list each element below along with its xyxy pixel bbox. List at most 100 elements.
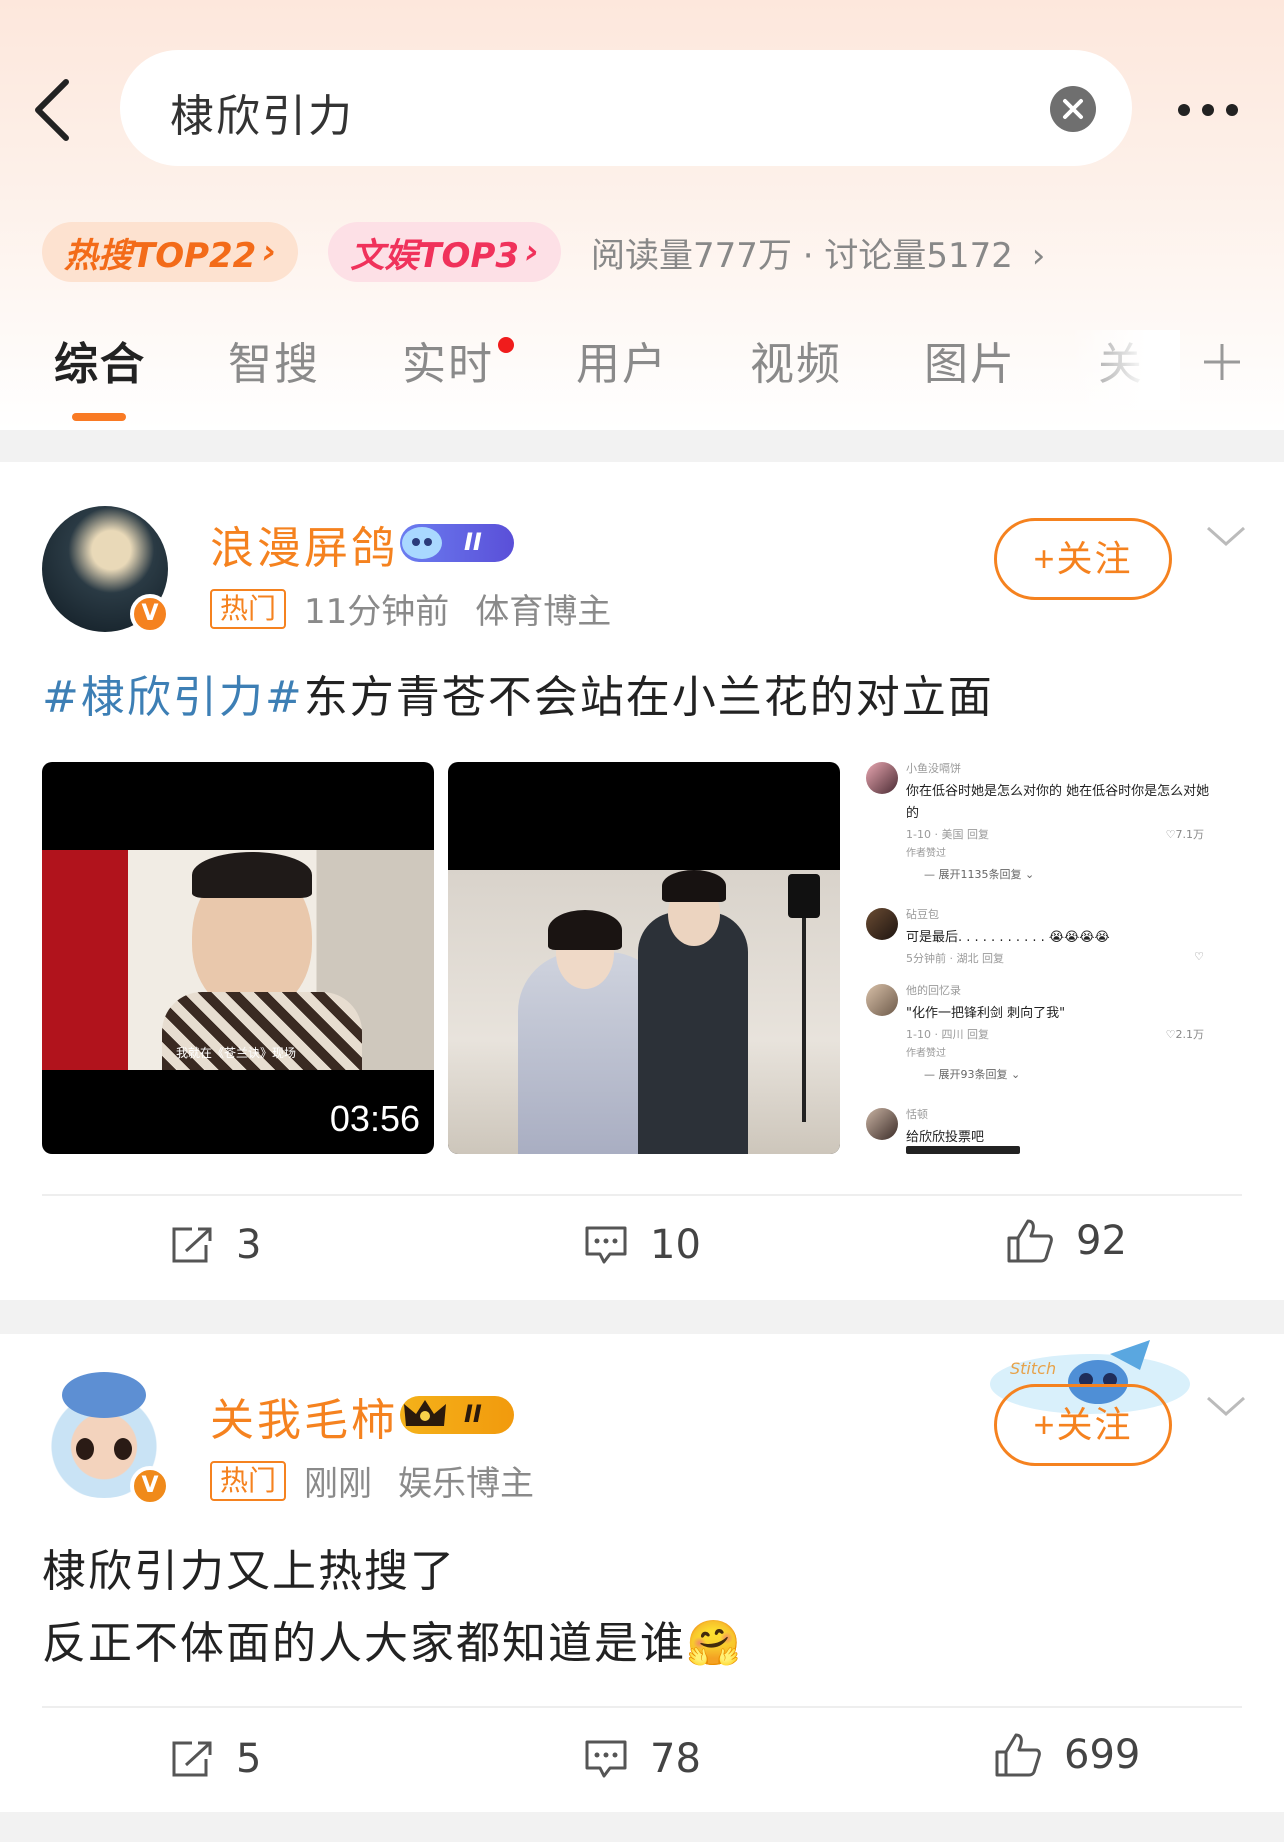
post-time: 刚刚 <box>304 1464 373 1504</box>
comment-likes: ♡7.1万 <box>1165 828 1204 841</box>
level-label: II <box>464 528 482 556</box>
level-badge: II <box>400 524 514 562</box>
follow-button[interactable]: +关注 <box>994 518 1172 600</box>
comment-text: "化作一把锋利剑 刺向了我" <box>906 1006 1066 1021</box>
post-time: 11分钟前 <box>304 592 450 632</box>
author-category: 娱乐博主 <box>398 1464 535 1504</box>
chevron-right-icon: › <box>525 232 540 272</box>
image-strip <box>906 1146 1020 1154</box>
back-arrow-icon[interactable] <box>30 70 80 150</box>
comment-meta: 5分钟前 · 湖北 回复 <box>906 952 1004 965</box>
author-category: 体育博主 <box>475 592 612 632</box>
repost-button[interactable]: 5 <box>170 1736 261 1782</box>
svg-text:Stitch: Stitch <box>1010 1359 1056 1378</box>
comment-count: 10 <box>650 1222 701 1268</box>
verified-badge-icon: V <box>130 594 170 634</box>
chevron-down-icon[interactable] <box>1206 524 1246 548</box>
comment-author: 小鱼没嗝饼 <box>906 762 961 775</box>
divider <box>42 1706 1242 1708</box>
tab-users[interactable]: 用户 <box>576 328 668 392</box>
topic-stats[interactable]: 阅读量777万 · 讨论量5172 › <box>591 228 1045 277</box>
like-count: 92 <box>1076 1218 1127 1264</box>
level-label: II <box>464 1400 482 1428</box>
comment-button[interactable]: 10 <box>584 1222 701 1268</box>
follow-button[interactable]: +关注 <box>994 1384 1172 1466</box>
chevron-down-icon[interactable] <box>1206 1394 1246 1418</box>
post-actions: 3 10 92 <box>0 1218 1284 1282</box>
hot-badge: 热门 <box>210 1460 287 1501</box>
repost-icon <box>172 1227 212 1263</box>
thumbs-up-icon <box>995 1733 1041 1777</box>
comment-text: 你在低谷时她是怎么对你的 她在低谷时你是怎么对她 <box>906 784 1210 799</box>
post-content: 棣欣引力又上热搜了 反正不体面的人大家都知道是谁🤗 <box>42 1536 743 1680</box>
hot-search-rank-tag[interactable]: 热搜TOP22 › <box>42 222 299 282</box>
divider <box>42 1194 1242 1196</box>
hot-search-rank-label: 热搜TOP22 <box>64 235 257 276</box>
comment-icon <box>585 1226 627 1264</box>
tab-fade <box>1070 330 1180 410</box>
comment-author: 恬顿 <box>906 1108 928 1121</box>
video-caption: 我就在《苍兰诀》现场 <box>176 1046 297 1060</box>
comment-button[interactable]: 78 <box>584 1736 701 1782</box>
comment-meta: 1-10 · 美国 回复 <box>906 828 989 841</box>
clear-search-icon[interactable] <box>1050 86 1096 132</box>
post-text-line1: 棣欣引力又上热搜了 <box>42 1546 456 1597</box>
repost-button[interactable]: 3 <box>170 1222 261 1268</box>
hashtag-link[interactable]: #棣欣引力# <box>42 672 304 723</box>
comment-screenshot-thumbnail[interactable]: 小鱼没嗝饼 你在低谷时她是怎么对你的 她在低谷时你是怎么对她 的 1-10 · … <box>864 758 1244 1158</box>
active-tab-indicator <box>72 413 126 421</box>
comment-author: 他的回忆录 <box>906 984 961 997</box>
author-liked-badge: 作者赞过 <box>906 1048 946 1059</box>
level-mascot-icon <box>402 527 442 559</box>
comment-meta: 1-10 · 四川 回复 <box>906 1028 989 1041</box>
photo-thumbnail[interactable] <box>448 762 840 1154</box>
repost-count: 5 <box>236 1736 262 1782</box>
expand-replies: — 展开1135条回复 ⌄ <box>924 868 1035 881</box>
tab-videos[interactable]: 视频 <box>750 328 842 392</box>
post-actions: 5 78 699 <box>0 1732 1284 1796</box>
comment-author: 砧豆包 <box>906 908 939 921</box>
video-duration: 03:56 <box>329 1098 420 1139</box>
post-card: V 关我毛柿 II 热门 刚刚 娱乐博主 Stitch +关注 棣欣引力又上热搜… <box>0 1334 1284 1812</box>
comment-text: 可是最后. . . . . . . . . . . 😭😭😭😭 <box>906 930 1110 945</box>
tab-smart-search[interactable]: 智搜 <box>228 328 320 392</box>
tab-comprehensive[interactable]: 综合 <box>54 328 146 392</box>
chevron-right-icon: › <box>1031 235 1046 276</box>
search-header: 棣欣引力 热搜TOP22 › 文娱TOP3 › 阅读量777万 · 讨论量517… <box>0 0 1284 430</box>
comment-icon <box>585 1740 627 1778</box>
verified-badge-icon: V <box>130 1466 170 1506</box>
repost-icon <box>172 1741 212 1777</box>
video-thumbnail[interactable]: 我就在《苍兰诀》现场 03:56 <box>42 762 434 1154</box>
more-options-icon[interactable] <box>1170 92 1270 132</box>
username[interactable]: 浪漫屏鸽 <box>210 512 398 576</box>
search-query[interactable]: 棣欣引力 <box>170 80 354 144</box>
avatar <box>866 762 898 794</box>
post-text-line2: 反正不体面的人大家都知道是谁🤗 <box>42 1608 743 1680</box>
realtime-notification-dot <box>498 337 514 353</box>
crown-icon <box>404 1400 446 1426</box>
expand-replies: — 展开93条回复 ⌄ <box>924 1068 1021 1081</box>
hug-emoji-icon: 🤗 <box>686 1618 743 1669</box>
comment-text: 给欣欣投票吧 <box>906 1130 985 1145</box>
like-count: 699 <box>1064 1732 1141 1778</box>
tab-realtime[interactable]: 实时 <box>402 328 494 392</box>
add-tab-icon[interactable] <box>1202 342 1242 382</box>
like-button[interactable]: 699 <box>994 1732 1140 1778</box>
entertainment-rank-tag[interactable]: 文娱TOP3 › <box>328 222 562 282</box>
hot-badge: 热门 <box>210 588 287 629</box>
level-badge: II <box>400 1396 514 1434</box>
trend-tags: 热搜TOP22 › 文娱TOP3 › 阅读量777万 · 讨论量5172 › <box>42 222 1045 282</box>
author-liked-badge: 作者赞过 <box>906 848 946 859</box>
repost-count: 3 <box>236 1222 262 1268</box>
avatar <box>866 984 898 1016</box>
post-meta: 热门 11分钟前 体育博主 <box>210 584 611 633</box>
username[interactable]: 关我毛柿 <box>210 1384 398 1448</box>
comment-likes: ♡2.1万 <box>1165 1028 1204 1041</box>
chevron-right-icon: › <box>262 232 277 272</box>
post-content: #棣欣引力#东方青苍不会站在小兰花的对立面 <box>42 662 994 734</box>
like-button[interactable]: 92 <box>1006 1218 1127 1264</box>
topic-stats-text: 阅读量777万 · 讨论量5172 <box>591 235 1013 276</box>
post-meta: 热门 刚刚 娱乐博主 <box>210 1456 534 1505</box>
tab-images[interactable]: 图片 <box>924 328 1016 392</box>
search-box[interactable]: 棣欣引力 <box>120 50 1132 166</box>
